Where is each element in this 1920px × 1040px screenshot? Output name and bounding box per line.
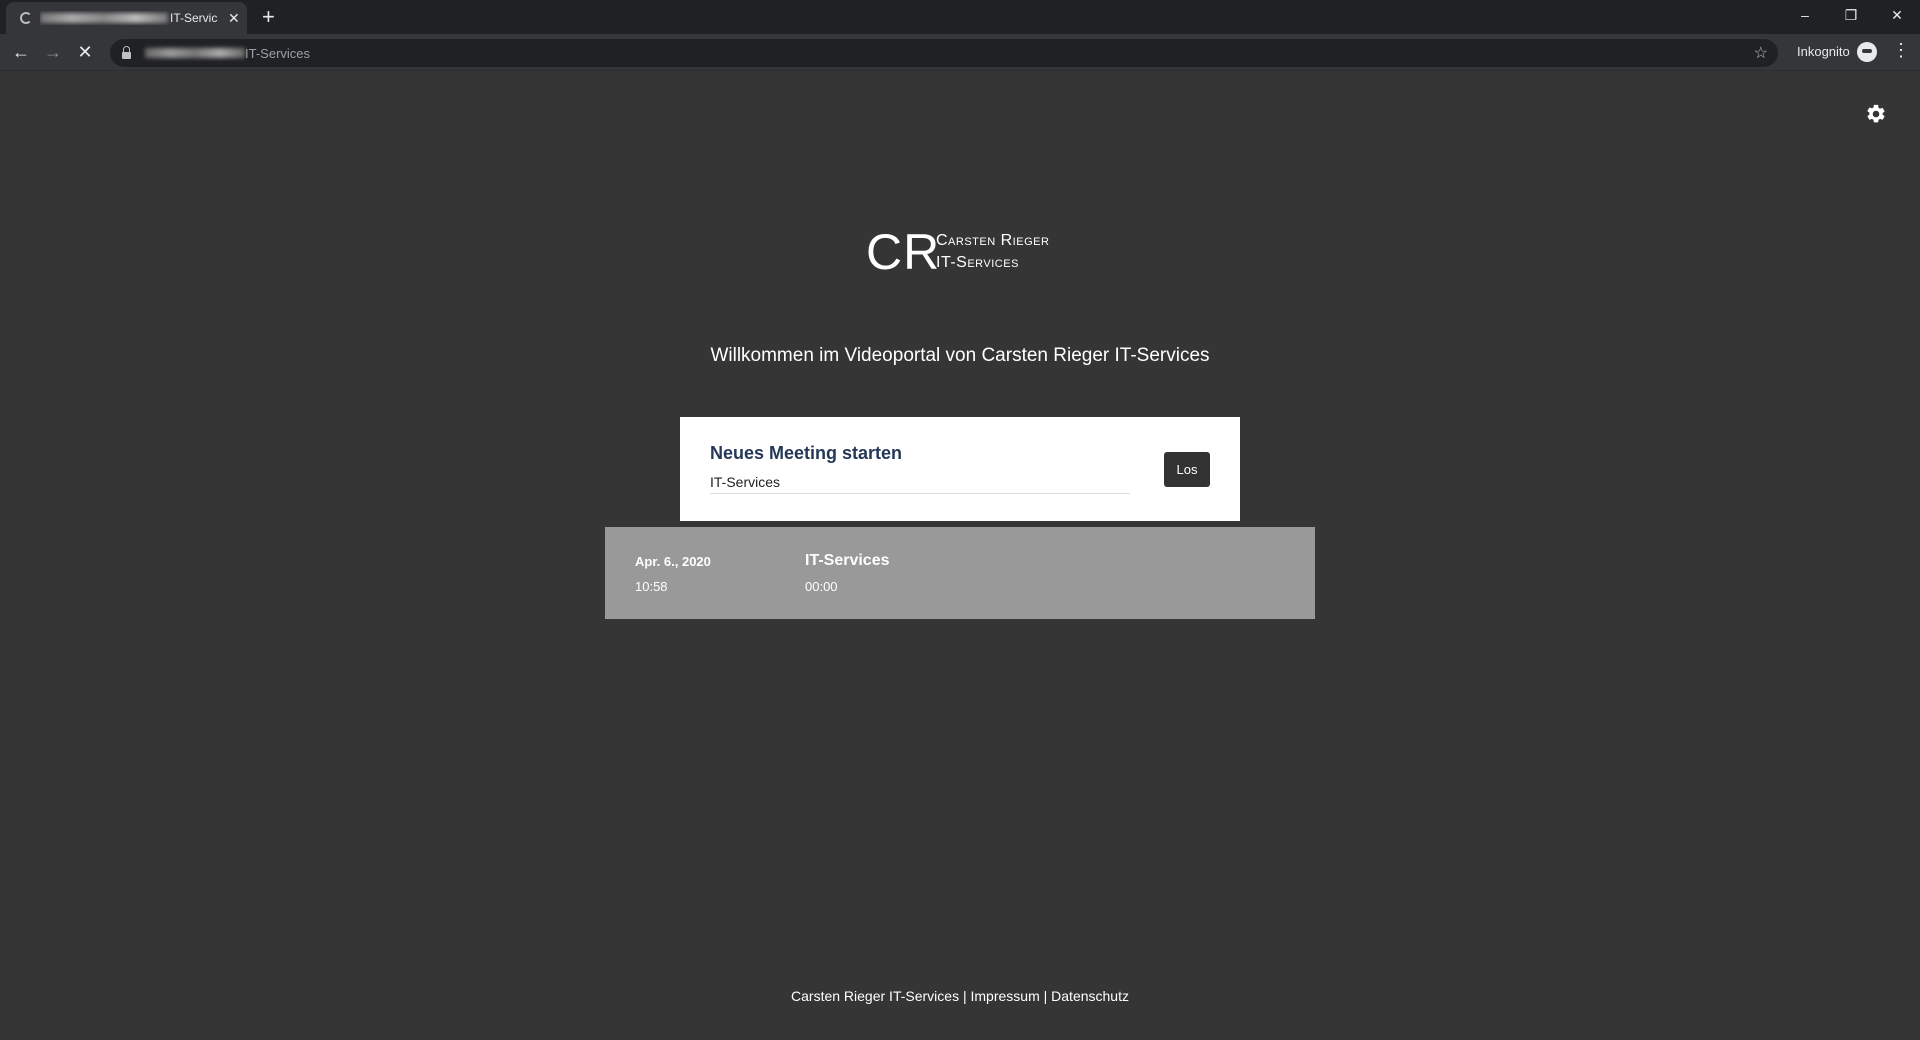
footer-separator: | xyxy=(962,988,967,1004)
minimize-button[interactable]: – xyxy=(1782,0,1828,30)
company-logo: CR Carsten Rieger IT-Services xyxy=(866,224,1056,284)
start-meeting-button[interactable]: Los xyxy=(1164,452,1210,487)
recent-meeting-time: 10:58 xyxy=(635,579,668,594)
browser-menu-icon[interactable]: ⋮ xyxy=(1892,40,1910,61)
incognito-icon[interactable] xyxy=(1857,42,1877,62)
tab-close-icon[interactable]: ✕ xyxy=(228,10,240,27)
maximize-button[interactable]: ❐ xyxy=(1828,0,1874,30)
blurred-tab-text xyxy=(40,13,168,23)
url-text: IT-Services xyxy=(245,45,311,61)
recent-meeting-duration: 00:00 xyxy=(805,579,838,594)
blurred-url-text xyxy=(145,48,245,58)
recent-meeting-item[interactable]: Apr. 6., 2020 10:58 IT-Services 00:00 xyxy=(605,527,1315,619)
footer: Carsten Rieger IT-Services | Impressum |… xyxy=(0,988,1920,1004)
footer-separator: | xyxy=(1043,988,1048,1004)
address-bar[interactable]: IT-Services ☆ xyxy=(110,39,1778,67)
new-tab-button[interactable]: + xyxy=(262,4,275,30)
footer-impressum-link[interactable]: Impressum xyxy=(971,988,1040,1004)
forward-icon[interactable]: → xyxy=(40,39,66,65)
logo-line-2: IT-Services xyxy=(936,254,1019,271)
browser-toolbar: ← → ✕ IT-Services ☆ xyxy=(0,34,1920,71)
tab-title: IT-Servic xyxy=(40,11,222,25)
bookmark-star-icon[interactable]: ☆ xyxy=(1754,43,1768,63)
new-meeting-card: Neues Meeting starten Los xyxy=(680,417,1240,521)
recent-meeting-date: Apr. 6., 2020 xyxy=(635,554,711,569)
meeting-name-input[interactable] xyxy=(710,471,1130,494)
gear-icon[interactable] xyxy=(1865,103,1887,125)
logo-line-1: Carsten Rieger xyxy=(936,232,1050,249)
footer-company-link[interactable]: Carsten Rieger IT-Services xyxy=(791,988,959,1004)
recent-meeting-name: IT-Services xyxy=(805,552,890,569)
incognito-label: Inkognito xyxy=(1797,44,1850,59)
browser-tab[interactable]: IT-Servic ✕ xyxy=(6,2,247,34)
welcome-text: Willkommen im Videoportal von Carsten Ri… xyxy=(710,345,1210,366)
stop-loading-icon[interactable]: ✕ xyxy=(72,39,98,65)
logo-initials: CR xyxy=(866,224,941,280)
loading-spinner-icon xyxy=(20,12,32,24)
footer-datenschutz-link[interactable]: Datenschutz xyxy=(1051,988,1129,1004)
tab-title-text: IT-Servic xyxy=(170,11,218,25)
back-icon[interactable]: ← xyxy=(8,39,34,65)
tab-bar: IT-Servic ✕ + – ❐ ✕ xyxy=(0,0,1920,34)
lock-icon xyxy=(122,45,131,59)
new-meeting-title: Neues Meeting starten xyxy=(710,443,903,463)
close-window-button[interactable]: ✕ xyxy=(1874,0,1920,30)
